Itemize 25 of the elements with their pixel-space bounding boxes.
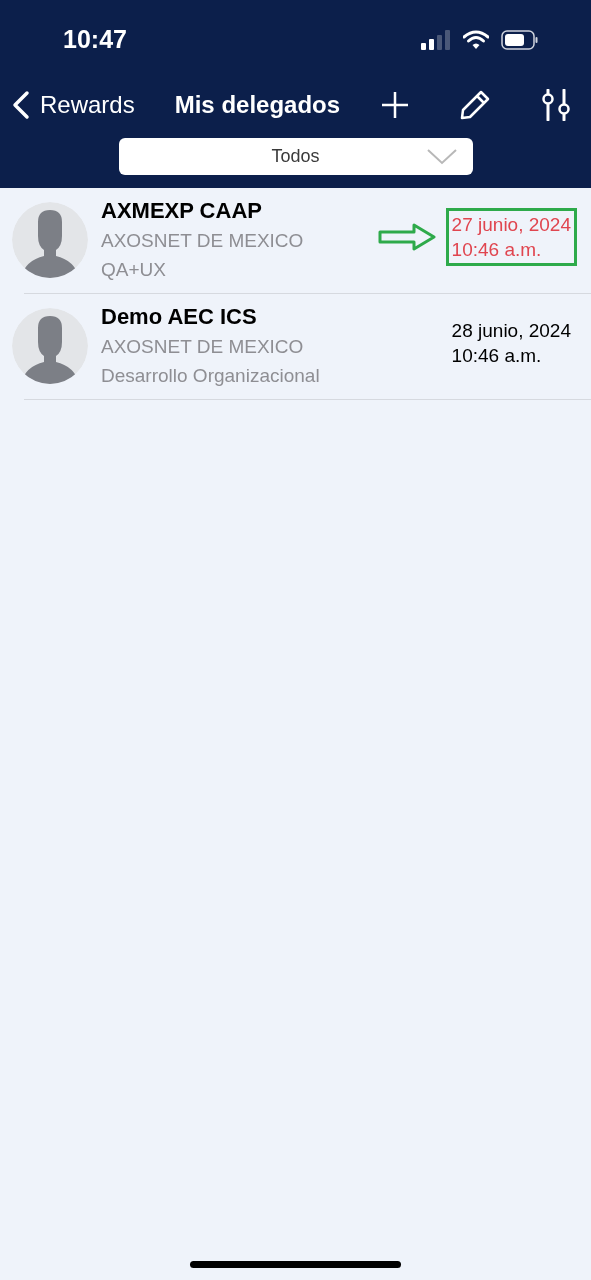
delegate-row[interactable]: AXMEXP CAAP AXOSNET DE MEXICO QA+UX 27 junio, 2024 10:46 a.m. (0, 188, 591, 294)
wifi-icon (463, 30, 489, 50)
arrow-annotation (377, 222, 436, 252)
sliders-icon[interactable] (541, 89, 571, 121)
delegate-name: AXMEXP CAAP (101, 197, 263, 225)
chevron-down-icon (426, 149, 457, 165)
avatar-icon (12, 202, 88, 278)
page-title: Mis delegados (174, 90, 341, 120)
add-icon[interactable] (381, 91, 409, 119)
filter-dropdown[interactable]: Todos (118, 138, 473, 175)
status-time: 10:47 (63, 24, 127, 56)
delegate-company: AXOSNET DE MEXICO (101, 229, 304, 253)
delegate-row[interactable]: Demo AEC ICS AXOSNET DE MEXICO Desarrollo Organizacional 28 junio, 2024 10:46 a.m. (0, 294, 591, 400)
delegate-department: QA+UX (101, 258, 167, 282)
delegate-name: Demo AEC ICS (101, 303, 258, 331)
date-time: 28 junio, 2024 10:46 a.m. (450, 319, 572, 368)
pencil-icon[interactable] (459, 89, 491, 121)
delegate-department: Desarrollo Organizacional (101, 364, 320, 388)
date-time: 27 junio, 2024 10:46 a.m. (445, 208, 577, 266)
back-button[interactable]: Rewards (12, 87, 135, 123)
signal-icon (421, 30, 451, 50)
avatar-icon (12, 308, 88, 384)
battery-icon (501, 30, 539, 50)
chevron-left-icon (12, 90, 30, 120)
delegate-company: AXOSNET DE MEXICO (101, 335, 305, 359)
